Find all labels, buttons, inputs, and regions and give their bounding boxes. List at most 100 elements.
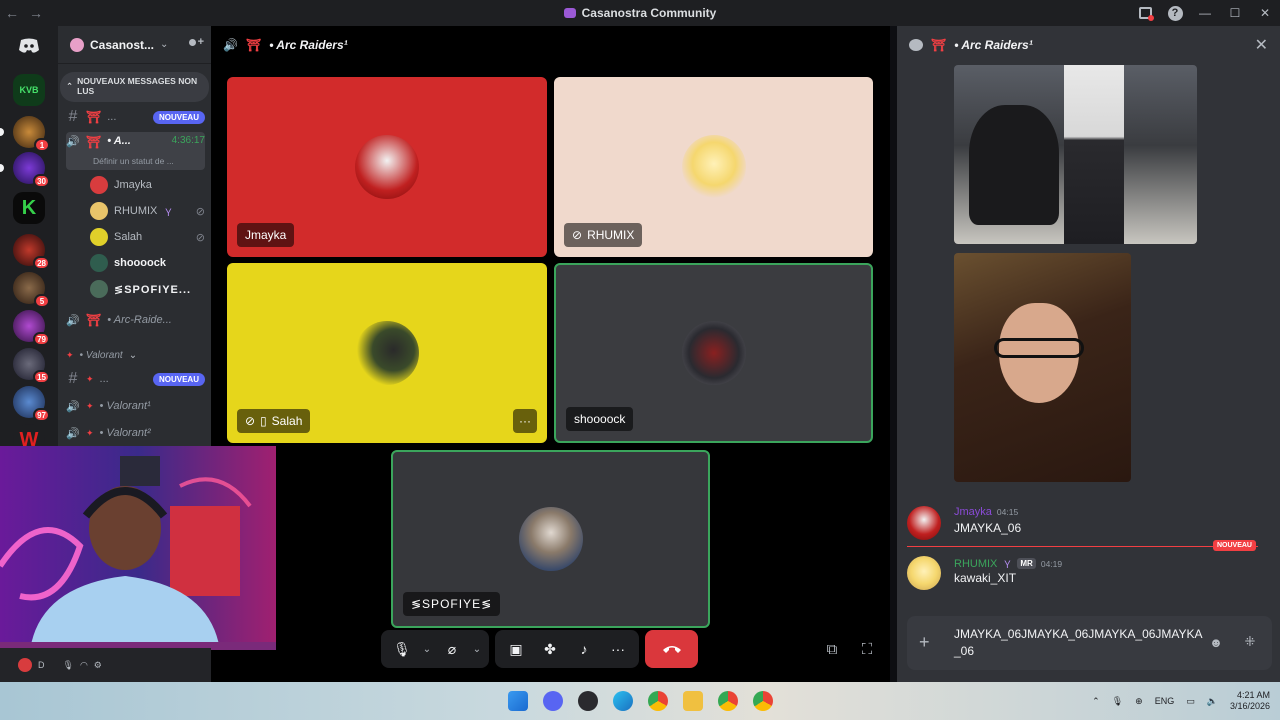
microphone-icon[interactable]: 🎙 bbox=[63, 660, 74, 671]
help-button[interactable]: ? bbox=[1160, 0, 1190, 26]
voice-user-spofiye[interactable]: ≶SPOFIYE... bbox=[90, 278, 205, 300]
more-options-button[interactable]: ··· bbox=[513, 409, 537, 433]
discord-taskbar-icon[interactable] bbox=[543, 691, 563, 711]
chat-bubble-icon bbox=[909, 39, 923, 51]
server-unread-pill bbox=[0, 128, 4, 136]
new-badge: NOUVEAU bbox=[152, 110, 205, 124]
camera-off-button[interactable]: ⌀ bbox=[435, 630, 469, 668]
server-icon-kvb[interactable]: KVB bbox=[13, 74, 45, 106]
image-attachment[interactable] bbox=[954, 253, 1131, 482]
chrome-profile-icon[interactable] bbox=[718, 691, 738, 711]
voice-user-salah[interactable]: Salah ⊘ bbox=[90, 226, 205, 248]
message-header: Jmayka 04:15 bbox=[954, 506, 1018, 518]
voice-user-name: Jmayka bbox=[114, 179, 152, 191]
new-divider-label: NOUVEAU bbox=[1212, 540, 1256, 551]
activities-button[interactable]: ✤ bbox=[533, 630, 567, 668]
server-icon-k[interactable]: K bbox=[13, 192, 45, 224]
video-tile-jmayka[interactable]: Jmayka bbox=[227, 77, 547, 257]
obs-taskbar-icon[interactable] bbox=[578, 691, 598, 711]
tile-name-label: ⊘ ▯ Salah bbox=[237, 409, 311, 433]
volume-icon[interactable]: 🔈 bbox=[1207, 696, 1218, 707]
edge-taskbar-icon[interactable] bbox=[613, 691, 633, 711]
voice-channel-valorant-1[interactable]: 🔊 ✦ • Valorant¹ bbox=[66, 395, 205, 417]
start-button-icon[interactable] bbox=[508, 691, 528, 711]
server-icon[interactable]: 30 bbox=[13, 152, 50, 188]
avatar[interactable] bbox=[907, 556, 941, 590]
apps-icon[interactable]: ⁜ bbox=[1242, 634, 1258, 650]
valorant-icon: ✦ bbox=[86, 373, 94, 384]
close-icon[interactable]: ✕ bbox=[1255, 35, 1268, 55]
microphone-tray-icon[interactable]: 🎙 bbox=[1112, 696, 1123, 707]
soundboard-button[interactable]: ♪ bbox=[567, 630, 601, 668]
participant-name: Salah bbox=[271, 414, 303, 428]
text-channel-row[interactable]: # ⛩ ... NOUVEAU bbox=[66, 106, 205, 128]
voice-user-rhumix[interactable]: RHUMIX Ｙ ⊘ bbox=[90, 200, 205, 222]
set-status-text[interactable]: Définir un statut de ... bbox=[93, 156, 174, 166]
mic-options-chevron[interactable]: ⌄ bbox=[419, 644, 435, 655]
video-tile-salah[interactable]: ⊘ ▯ Salah ··· bbox=[227, 263, 547, 443]
server-icon[interactable]: 97 bbox=[13, 386, 50, 422]
chrome-profile-icon[interactable] bbox=[753, 691, 773, 711]
pop-out-icon[interactable]: ⧉ bbox=[820, 638, 844, 660]
inbox-button[interactable] bbox=[1130, 0, 1160, 26]
avatar[interactable] bbox=[18, 658, 32, 672]
language-indicator[interactable]: ENG bbox=[1155, 696, 1175, 706]
more-options-icon[interactable]: ··· bbox=[601, 630, 635, 668]
chevron-down-icon: ⌄ bbox=[128, 349, 138, 361]
close-window-button[interactable]: ✕ bbox=[1250, 0, 1280, 26]
microphone-button[interactable]: 🎙 bbox=[385, 630, 419, 668]
window-title: Casanostra Community bbox=[581, 6, 717, 20]
minimize-button[interactable]: — bbox=[1190, 0, 1220, 26]
voice-user-jmayka[interactable]: Jmayka bbox=[90, 174, 205, 196]
voice-channel-valorant-2[interactable]: 🔊 ✦ • Valorant² bbox=[66, 422, 205, 444]
image-attachment[interactable] bbox=[954, 65, 1197, 244]
maximize-button[interactable]: ☐ bbox=[1220, 0, 1250, 26]
voice-user-name: Salah bbox=[114, 231, 143, 243]
headphones-icon[interactable]: ◠ bbox=[80, 660, 88, 671]
avatar[interactable] bbox=[907, 506, 941, 540]
avatar bbox=[90, 176, 108, 194]
chevron-up-icon[interactable]: ⌃ bbox=[1092, 696, 1100, 707]
video-tile-rhumix[interactable]: ⊘ RHUMIX bbox=[554, 77, 873, 257]
scooter-shape bbox=[969, 105, 1059, 225]
monitor-icon[interactable]: ▭ bbox=[1186, 696, 1195, 707]
add-attachment-icon[interactable]: + bbox=[919, 632, 930, 653]
message-text: JMAYKA_06 bbox=[954, 521, 1022, 535]
invite-people-icon[interactable] bbox=[189, 36, 204, 51]
user-status-text: D bbox=[38, 660, 45, 670]
emoji-icon[interactable]: ☻ bbox=[1208, 634, 1224, 650]
message-composer[interactable]: + JMAYKA_06JMAYKA_06JMAYKA_06JMAYKA_06 ☻… bbox=[907, 616, 1272, 670]
camera-options-chevron[interactable]: ⌄ bbox=[469, 644, 485, 655]
chat-message: Jmayka 04:15 JMAYKA_06 bbox=[907, 504, 1270, 544]
video-tile-shoooock[interactable]: shoooock bbox=[554, 263, 873, 443]
hang-up-button[interactable] bbox=[645, 630, 698, 668]
text-channel-row[interactable]: # ✦ ... NOUVEAU bbox=[66, 368, 205, 390]
message-author[interactable]: Jmayka bbox=[954, 506, 992, 518]
voice-user-shoooock[interactable]: shoooock bbox=[90, 252, 205, 274]
back-arrow-icon[interactable]: ← bbox=[0, 5, 24, 21]
forward-arrow-icon[interactable]: → bbox=[24, 5, 48, 21]
server-header[interactable]: Casanost... ⌄ bbox=[58, 26, 211, 64]
message-author[interactable]: RHUMIX bbox=[954, 558, 997, 570]
chrome-taskbar-icon[interactable] bbox=[648, 691, 668, 711]
server-icon[interactable]: 28 bbox=[13, 234, 50, 270]
file-explorer-icon[interactable] bbox=[683, 691, 703, 711]
channel-name: • Valorant² bbox=[99, 427, 151, 439]
message-input[interactable]: JMAYKA_06JMAYKA_06JMAYKA_06JMAYKA_06 bbox=[954, 626, 1204, 660]
server-icon[interactable]: 15 bbox=[13, 348, 50, 384]
server-rail: KVB 1 30 K 28 5 79 15 97 W bbox=[0, 26, 58, 456]
screen-share-button[interactable]: ▣ bbox=[499, 630, 533, 668]
server-icon[interactable]: 5 bbox=[13, 272, 50, 308]
settings-gear-icon[interactable]: ⚙ bbox=[94, 660, 102, 671]
category-valorant[interactable]: ✦ • Valorant ⌄ bbox=[66, 344, 205, 366]
clock[interactable]: 4:21 AM 3/16/2026 bbox=[1230, 690, 1270, 712]
network-icon[interactable]: ⊕ bbox=[1135, 696, 1143, 707]
discord-home-button[interactable] bbox=[13, 30, 45, 62]
server-icon[interactable]: 1 bbox=[13, 116, 50, 152]
server-icon[interactable]: 79 bbox=[13, 310, 50, 346]
fullscreen-icon[interactable]: ⛶ bbox=[855, 638, 879, 660]
voice-channel-arc-raiders[interactable]: 🔊 ⛩ • Arc-Raide... bbox=[66, 309, 205, 331]
torii-gate-icon: ⛩ bbox=[86, 135, 102, 149]
new-messages-banner[interactable]: ⌃ NOUVEAUX MESSAGES NON LUS bbox=[60, 72, 209, 102]
video-tile-spofiye[interactable]: ≶SPOFIYE≶ bbox=[391, 450, 710, 628]
